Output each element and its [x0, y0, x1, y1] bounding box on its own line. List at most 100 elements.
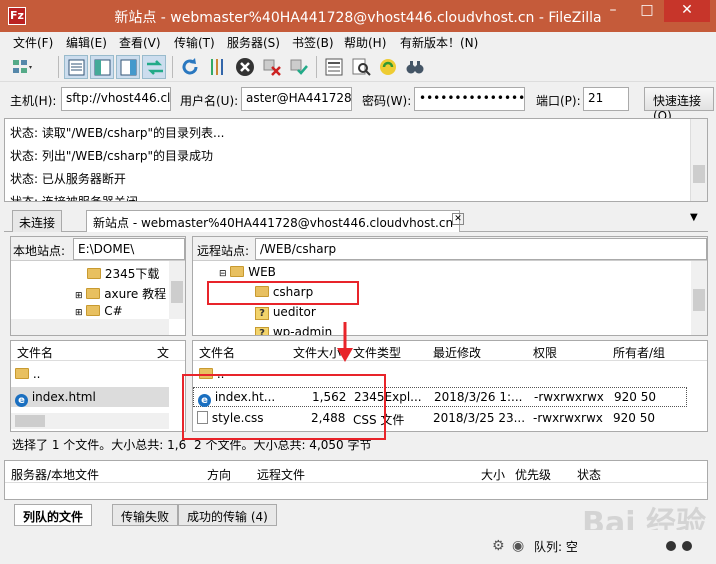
menu-view[interactable]: 查看(V) — [119, 34, 161, 51]
log-scrollbar[interactable] — [690, 119, 707, 201]
password-label: 密码(W): — [362, 94, 412, 108]
maximize-button[interactable]: □ — [630, 0, 664, 22]
unknown-folder-icon: ? — [255, 327, 269, 335]
remote-list-header: 文件名 文件大小 文件类型 最近修改 权限 所有者/组 — [193, 341, 707, 361]
local-list-hscroll[interactable] — [11, 413, 169, 429]
remote-col-filename[interactable]: 文件名 — [199, 344, 235, 361]
toggle-queue-icon[interactable] — [142, 55, 166, 79]
expand-icon[interactable]: ⊞ — [75, 308, 83, 318]
reconnect-icon[interactable] — [287, 55, 311, 79]
remote-path-input[interactable]: /WEB/csharp — [255, 238, 707, 260]
process-queue-icon[interactable] — [206, 55, 230, 79]
local-tree-item[interactable]: ⊞ axure 教程 — [75, 285, 166, 302]
remote-col-owner[interactable]: 所有者/组 — [613, 344, 665, 361]
local-list-header: 文件名 文 — [11, 341, 185, 361]
queue-col-priority[interactable]: 优先级 — [515, 466, 551, 483]
toggle-log-icon[interactable] — [64, 55, 88, 79]
local-col-filename[interactable]: 文件名 — [17, 344, 53, 361]
quickconnect-bar: 主机(H): sftp://vhost446.cloudvhost.cn 用户名… — [0, 82, 716, 123]
local-tree-item[interactable]: 2345下载 — [87, 265, 159, 282]
list-item[interactable]: .. — [15, 367, 40, 381]
remote-tree-item-wp-admin[interactable]: ? wp-admin — [255, 325, 332, 335]
log-line: 状态: 已从服务器断开 — [10, 172, 126, 186]
toggle-local-tree-icon[interactable] — [90, 55, 114, 79]
local-site-bar: 本地站点: E:\DOME\ — [11, 237, 185, 261]
port-input[interactable]: 21 — [583, 87, 629, 111]
collapse-icon[interactable]: ⊟ — [219, 269, 227, 279]
tab-queued-files[interactable]: 列队的文件 — [14, 504, 93, 526]
menu-new-version[interactable]: 有新版本！(N) — [400, 34, 478, 51]
arrow-annotation-icon — [337, 322, 353, 362]
expand-icon[interactable]: ⊞ — [75, 291, 83, 301]
local-col-size[interactable]: 文 — [157, 344, 169, 361]
log-line: 状态: 列出"/WEB/csharp"的目录成功 — [10, 149, 214, 163]
quickconnect-button[interactable]: 快速连接(Q) — [644, 87, 714, 123]
directory-listing-filter-icon[interactable] — [322, 55, 346, 79]
tab-close-icon[interactable]: ✕ — [452, 213, 464, 225]
tab-successful-transfers[interactable]: 成功的传输 (4) — [178, 504, 277, 526]
queue-header: 服务器/本地文件 方向 远程文件 大小 优先级 状态 — [5, 463, 707, 483]
local-tree-vscroll[interactable] — [169, 261, 185, 319]
remote-tree-pane: 远程站点: /WEB/csharp ⊟ WEB csharp ? ueditor… — [192, 236, 708, 336]
remote-tree-vscroll[interactable] — [691, 261, 707, 335]
local-path-input[interactable]: E:\DOME\ — [73, 238, 185, 260]
local-status: 选择了 1 个文件。大小总共: 1,6 — [10, 434, 186, 454]
local-file-list: 文件名 文 .. e index.html — [10, 340, 186, 432]
message-log: 状态: 读取"/WEB/csharp"的目录列表... 状态: 列出"/WEB/… — [4, 118, 708, 202]
folder-icon — [86, 288, 101, 299]
unknown-folder-icon: ? — [255, 307, 269, 320]
queue-col-size[interactable]: 大小 — [481, 466, 505, 483]
queue-col-local[interactable]: 服务器/本地文件 — [11, 466, 99, 483]
search-icon[interactable] — [403, 55, 427, 79]
sync-browsing-icon[interactable] — [376, 55, 400, 79]
menu-transfer[interactable]: 传输(T) — [174, 34, 215, 51]
remote-site-label: 远程站点: — [197, 244, 250, 258]
tab-not-connected[interactable]: 未连接 — [12, 210, 63, 232]
local-tree-hscroll[interactable] — [11, 319, 169, 335]
folder-icon — [87, 268, 101, 279]
menu-file[interactable]: 文件(F) — [13, 34, 53, 51]
folder-icon — [230, 266, 245, 277]
toolbar — [0, 52, 716, 82]
close-button[interactable]: ✕ — [664, 0, 710, 22]
html-file-icon: e — [15, 394, 28, 407]
gear-icon: ⚙ — [492, 538, 505, 554]
remote-col-modified[interactable]: 最近修改 — [433, 344, 481, 361]
username-label: 用户名(U): — [180, 94, 239, 108]
filename-filter-icon[interactable] — [349, 55, 373, 79]
transfer-indicator-icon — [682, 541, 692, 551]
tab-new-site[interactable]: 新站点 - webmaster%40HA441728@vhost446.clou… — [86, 210, 461, 232]
queue-col-remote[interactable]: 远程文件 — [257, 466, 305, 483]
tab-dropdown-icon[interactable]: ▼ — [690, 212, 698, 223]
menu-bar: 文件(F) 编辑(E) 查看(V) 传输(T) 服务器(S) 书签(B) 帮助(… — [0, 32, 716, 52]
log-scroll-thumb[interactable] — [693, 165, 705, 183]
transfer-queue: 服务器/本地文件 方向 远程文件 大小 优先级 状态 — [4, 460, 708, 500]
remote-tree-item-ueditor[interactable]: ? ueditor — [255, 305, 316, 320]
host-input[interactable]: sftp://vhost446.cloudvhost.cn — [61, 87, 171, 111]
toggle-remote-tree-icon[interactable] — [116, 55, 140, 79]
remote-col-permissions[interactable]: 权限 — [533, 344, 557, 361]
local-tree-item[interactable]: ⊞ C# — [75, 304, 123, 318]
menu-edit[interactable]: 编辑(E) — [66, 34, 107, 51]
connection-tabs: 未连接 新站点 - webmaster%40HA441728@vhost446.… — [4, 208, 708, 232]
queue-col-direction[interactable]: 方向 — [207, 466, 231, 483]
list-item-selected[interactable]: e index.html — [11, 387, 169, 407]
remote-tree-item-web[interactable]: ⊟ WEB — [219, 265, 276, 279]
refresh-icon[interactable] — [178, 55, 202, 79]
log-line: 状态: 连接被服务器关闭 — [10, 195, 138, 202]
menu-bookmarks[interactable]: 书签(B) — [292, 34, 334, 51]
password-input[interactable]: ••••••••••••••• — [414, 87, 525, 111]
status-bar: ⚙ ◉ 队列: 空 — [0, 530, 716, 564]
tab-failed-transfers[interactable]: 传输失败 — [112, 504, 179, 526]
username-input[interactable]: aster@HA441728 — [241, 87, 352, 111]
disconnect-icon[interactable] — [260, 55, 284, 79]
host-label: 主机(H): — [10, 94, 57, 108]
transfer-indicator-icon — [666, 541, 676, 551]
menu-help[interactable]: 帮助(H) — [344, 34, 386, 51]
menu-server[interactable]: 服务器(S) — [227, 34, 280, 51]
remote-col-type[interactable]: 文件类型 — [353, 344, 401, 361]
site-manager-icon[interactable] — [10, 55, 34, 79]
queue-col-status[interactable]: 状态 — [577, 466, 601, 483]
minimize-button[interactable]: – — [596, 0, 630, 22]
cancel-icon[interactable] — [233, 55, 257, 79]
